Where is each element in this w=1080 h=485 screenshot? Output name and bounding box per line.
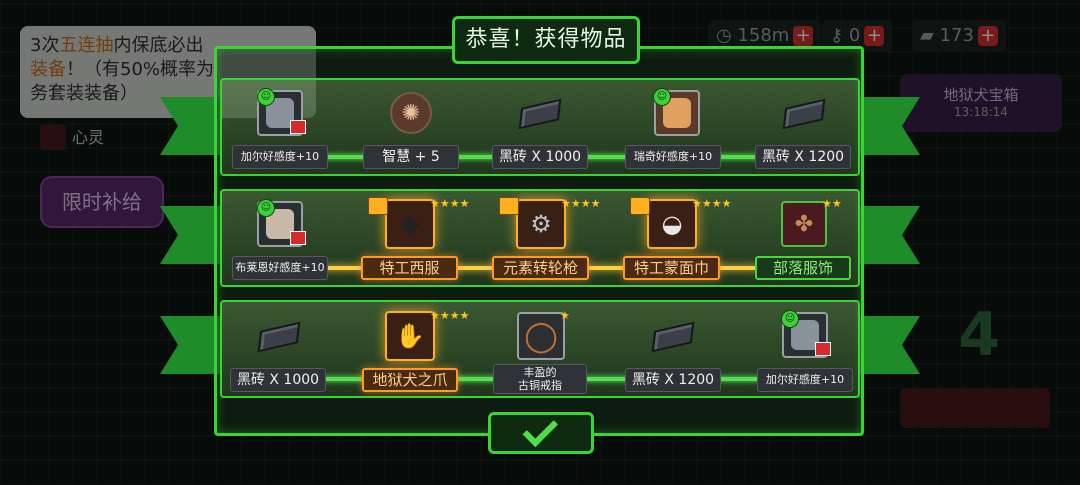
bronze-ring-icon[interactable]: ◯: [517, 312, 565, 360]
reward-label: 元素转轮枪: [492, 256, 589, 280]
reward-label: 特工西服: [361, 256, 458, 280]
reward-label: 瑞奇好感度+10: [625, 145, 721, 169]
smile-icon: ☺: [781, 310, 799, 328]
reward-title: 恭喜！获得物品: [452, 16, 640, 64]
reward-label: 特工蒙面巾: [623, 256, 720, 280]
reward-label: 加尔好感度+10: [232, 145, 328, 169]
agent-suit-icon[interactable]: ◆: [385, 199, 435, 249]
smile-icon: ☺: [257, 88, 275, 106]
smile-icon: ☺: [257, 199, 275, 217]
reward-label: 布莱恩好感度+10: [232, 256, 328, 280]
gift-icon: [290, 120, 306, 134]
reward-label: 智慧 + 5: [363, 145, 459, 169]
reward-label: 地狱犬之爪: [362, 368, 458, 392]
gift-icon: [290, 231, 306, 245]
hellhound-claw-icon[interactable]: ✋: [385, 311, 435, 361]
brain-icon[interactable]: ✺: [390, 92, 432, 134]
reward-label: 加尔好感度+10: [757, 368, 853, 392]
star-rating-icon: ★★★★: [430, 198, 469, 209]
star-rating-icon: ★★★★: [430, 310, 469, 321]
star-rating-icon: ★★★★: [561, 198, 600, 209]
star-rating-icon: ★★: [822, 197, 842, 210]
element-revolver-icon[interactable]: ⚙: [516, 199, 566, 249]
reward-label: 部落服饰: [755, 256, 851, 280]
smile-icon: ☺: [653, 88, 671, 106]
equipment-shirt-icon: [630, 197, 650, 215]
confirm-button[interactable]: [488, 411, 594, 454]
reward-label: 黑砖 X 1000: [492, 145, 588, 169]
tribal-outfit-icon[interactable]: ✤: [781, 201, 827, 247]
reward-label: 黑砖 X 1200: [625, 368, 721, 392]
checkmark-icon: [522, 411, 558, 448]
equipment-shirt-icon: [368, 197, 388, 215]
equipment-shirt-icon: [499, 197, 519, 215]
star-rating-icon: ★★★★: [692, 198, 731, 209]
reward-label: 黑砖 X 1000: [230, 368, 326, 392]
reward-label: 丰盈的 古铜戒指: [493, 364, 587, 394]
reward-label: 黑砖 X 1200: [755, 145, 851, 169]
star-rating-icon: ★: [560, 309, 570, 322]
agent-mask-icon[interactable]: ◒: [647, 199, 697, 249]
gift-icon: [815, 342, 831, 356]
